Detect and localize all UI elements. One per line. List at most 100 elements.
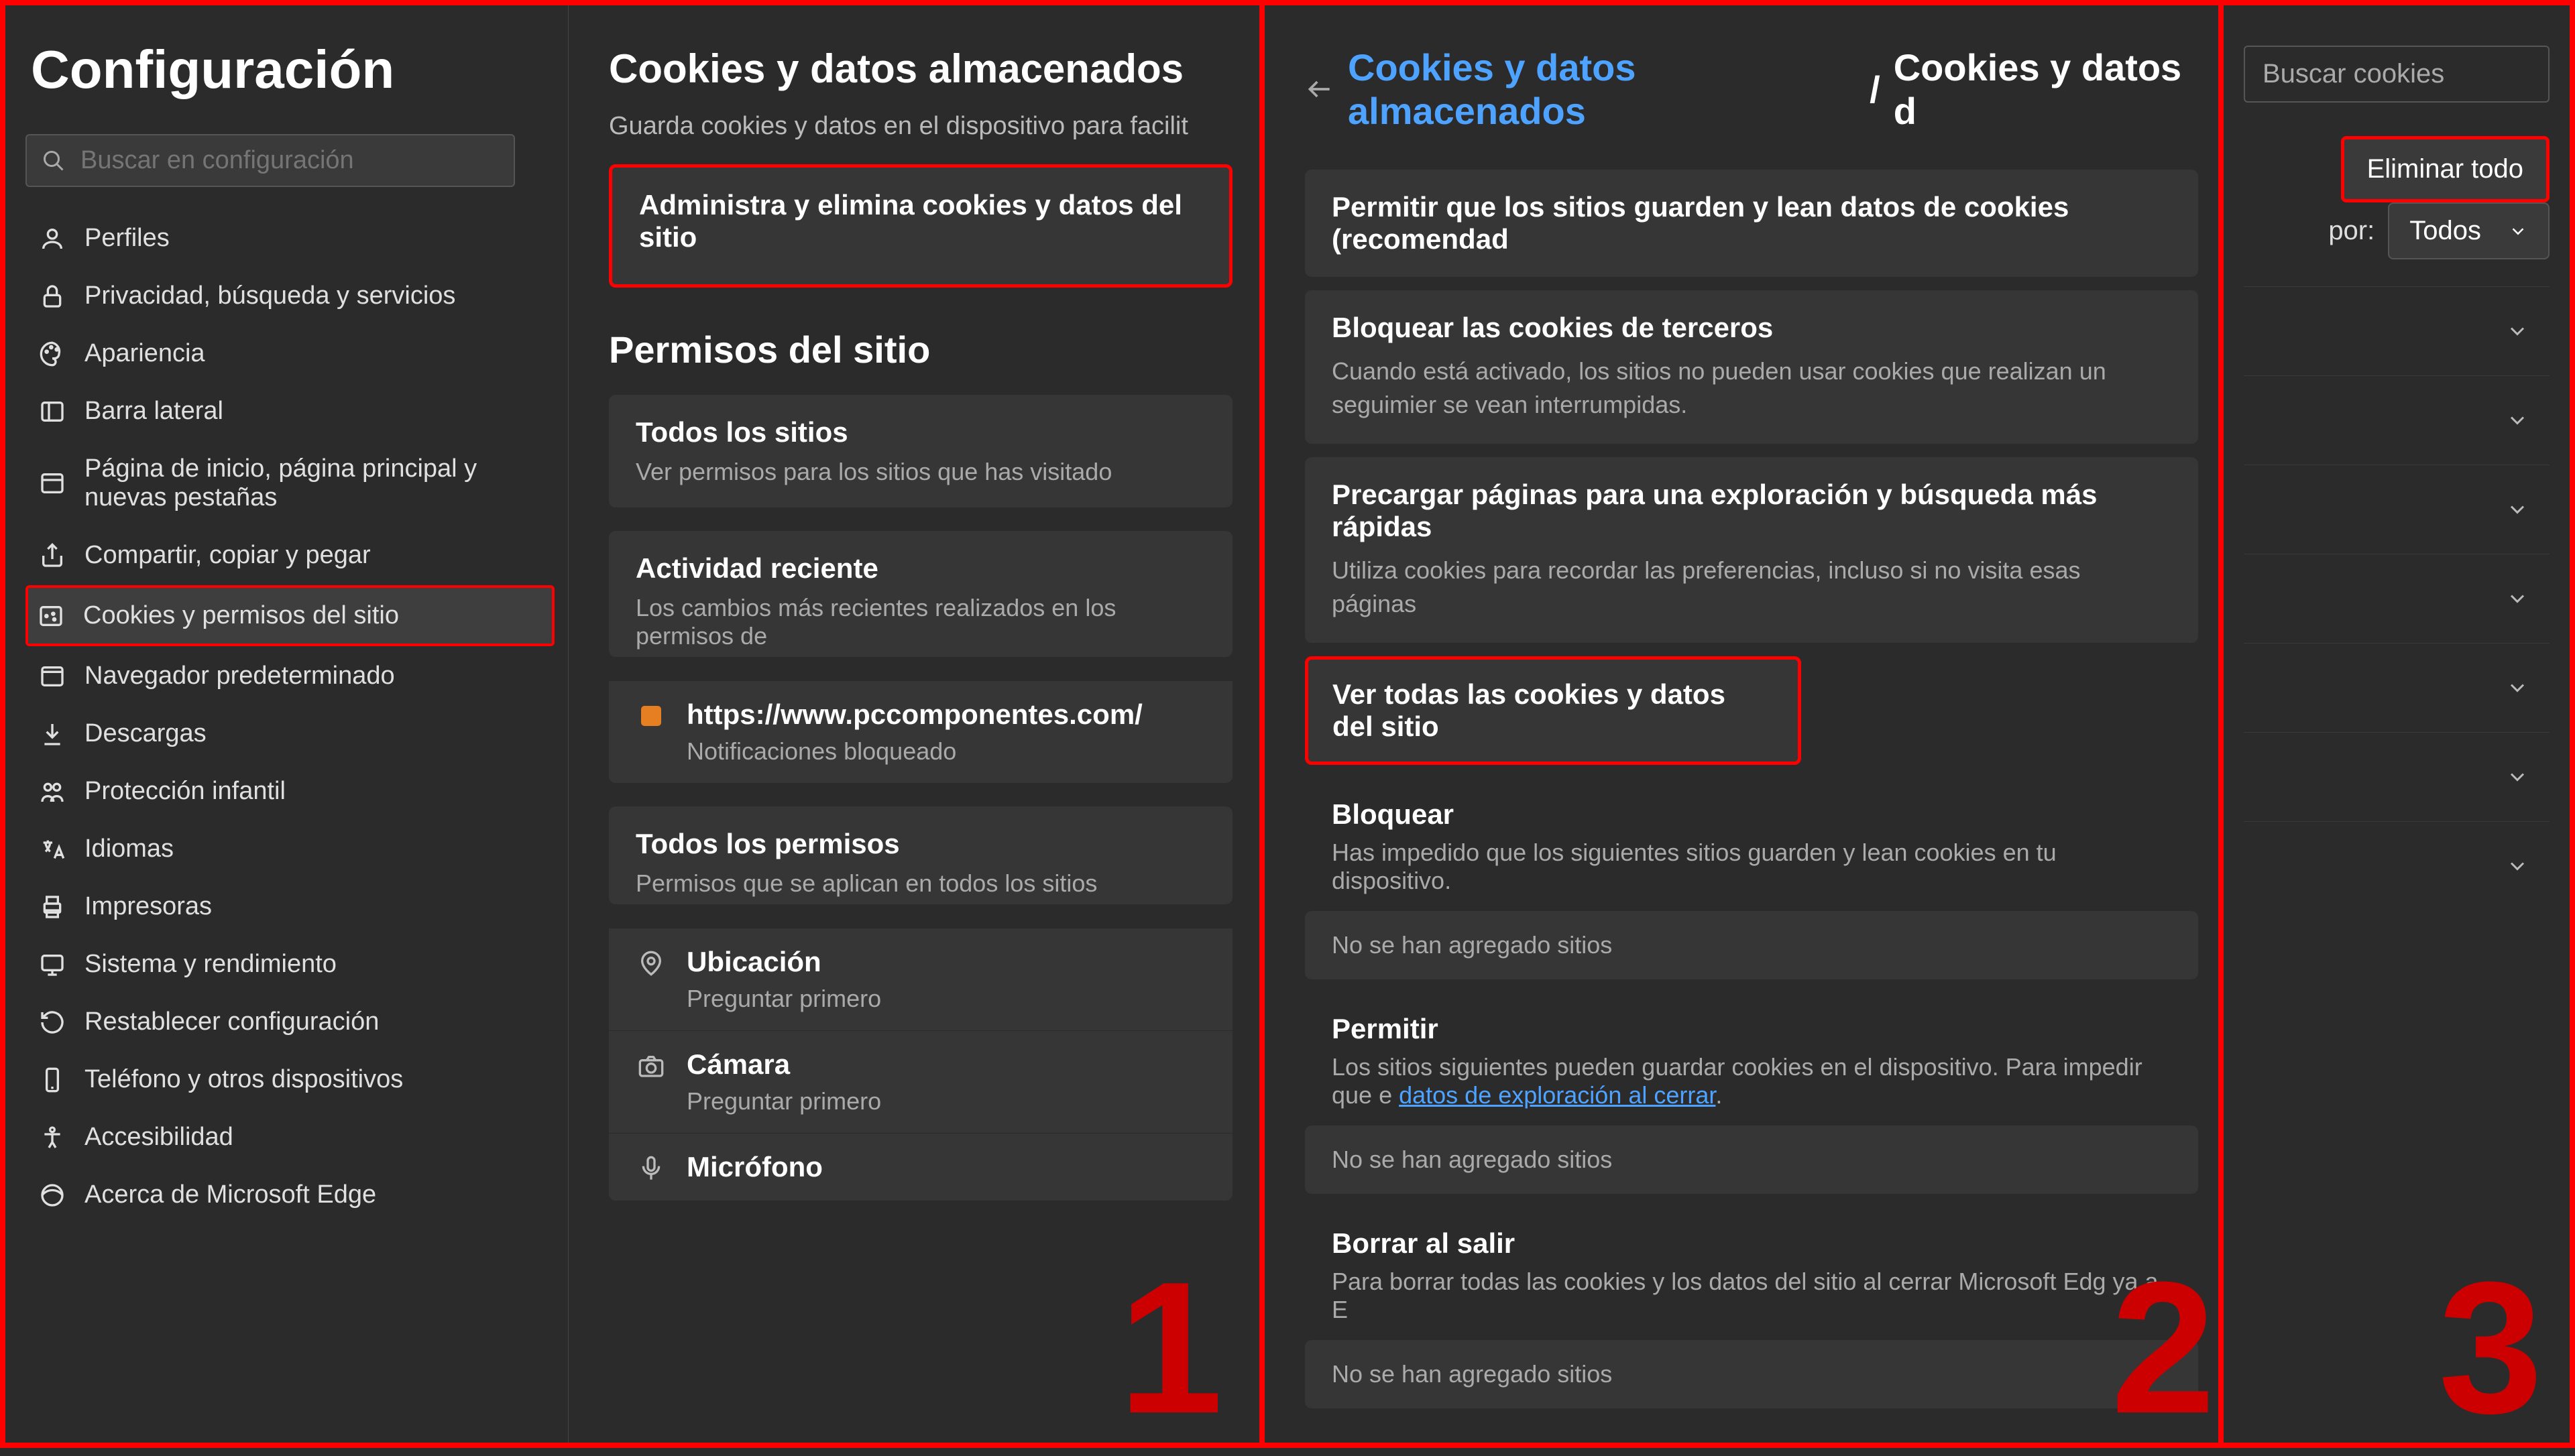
block-section-desc: Has impedido que los siguientes sitios g… (1305, 839, 2198, 895)
nav-item-cookies[interactable]: Cookies y permisos del sitio (25, 585, 555, 646)
nav-item-label: Barra lateral (84, 397, 223, 426)
nav-item-browser[interactable]: Navegador predeterminado (25, 648, 555, 704)
nav-item-label: Compartir, copiar y pegar (84, 541, 371, 570)
clear-on-close-link[interactable]: datos de exploración al cerrar (1399, 1081, 1715, 1109)
cookie-site-row[interactable] (2244, 554, 2550, 643)
block-section-empty: No se han agregado sitios (1305, 911, 2198, 979)
nav-item-phone[interactable]: Teléfono y otros dispositivos (25, 1052, 555, 1107)
nav-item-label: Idiomas (84, 835, 174, 863)
cookie-site-row[interactable] (2244, 821, 2550, 910)
clear-on-exit-title: Borrar al salir (1305, 1227, 2198, 1260)
allow-cookies-title: Permitir que los sitios guarden y lean d… (1332, 191, 2171, 255)
nav-item-label: Restablecer configuración (84, 1008, 379, 1036)
reset-icon (38, 1009, 67, 1036)
all-sites-title: Todos los sitios (636, 416, 1206, 448)
nav-item-label: Perfiles (84, 224, 170, 253)
nav-item-sidebar[interactable]: Barra lateral (25, 383, 555, 439)
filter-select[interactable]: Todos (2388, 202, 2550, 259)
permission-mic-title: Micrófono (687, 1151, 823, 1183)
all-sites-desc: Ver permisos para los sitios que has vis… (636, 458, 1206, 486)
nav-item-languages[interactable]: Idiomas (25, 821, 555, 877)
manage-cookies-label: Administra y elimina cookies y datos del… (639, 189, 1202, 253)
nav-item-label: Navegador predeterminado (84, 662, 395, 690)
nav-item-label: Cookies y permisos del sitio (83, 601, 399, 630)
cookie-site-row[interactable] (2244, 732, 2550, 821)
allow-section-desc: Los sitios siguientes pueden guardar coo… (1305, 1053, 2198, 1109)
filter-row: por: Todos (2244, 202, 2550, 259)
block-section: Bloquear Has impedido que los siguientes… (1305, 798, 2198, 979)
site-permissions-heading: Permisos del sitio (609, 328, 1233, 371)
sidebar-icon (38, 398, 67, 425)
preload-pages-setting[interactable]: Precargar páginas para una exploración y… (1305, 457, 2198, 643)
permission-location-desc: Preguntar primero (687, 985, 881, 1013)
edge-icon (38, 1182, 67, 1209)
back-button[interactable] (1305, 74, 1334, 104)
nav-item-reset[interactable]: Restablecer configuración (25, 994, 555, 1050)
nav-item-label: Descargas (84, 719, 207, 748)
view-all-cookies-setting[interactable]: Ver todas las cookies y datos del sitio (1305, 656, 1801, 765)
nav-item-profile[interactable]: Perfiles (25, 210, 555, 266)
clear-on-exit-empty: No se han agregado sitios (1305, 1340, 2198, 1408)
allow-section-title: Permitir (1305, 1013, 2198, 1045)
settings-title: Configuración (25, 39, 555, 101)
block-thirdparty-title: Bloquear las cookies de terceros (1332, 312, 2171, 344)
cookies-search[interactable]: Buscar cookies (2244, 46, 2550, 103)
settings-sidebar: Configuración Perfiles Privacidad, búsque… (5, 5, 569, 1443)
nav-item-lock[interactable]: Privacidad, búsqueda y servicios (25, 268, 555, 324)
chevron-down-icon (2505, 765, 2529, 789)
nav-item-accessibility[interactable]: Accesibilidad (25, 1109, 555, 1165)
nav-item-home[interactable]: Página de inicio, página principal y nue… (25, 441, 555, 526)
nav-item-share[interactable]: Compartir, copiar y pegar (25, 528, 555, 583)
cookie-site-row[interactable] (2244, 465, 2550, 554)
all-permissions-title: Todos los permisos (636, 828, 1206, 860)
system-icon (38, 951, 67, 978)
cookie-site-row[interactable] (2244, 643, 2550, 732)
preload-pages-title: Precargar páginas para una exploración y… (1332, 479, 2171, 543)
clear-on-exit-section: Borrar al salir Para borrar todas las co… (1305, 1227, 2198, 1408)
block-section-title: Bloquear (1305, 798, 2198, 831)
clear-on-exit-desc: Para borrar todas las cookies y los dato… (1305, 1268, 2198, 1324)
location-icon (636, 946, 667, 977)
family-icon (38, 778, 67, 805)
search-icon (42, 149, 66, 173)
accessibility-icon (38, 1124, 67, 1151)
permission-location-row[interactable]: Ubicación Preguntar primero (609, 928, 1233, 1030)
permission-location-title: Ubicación (687, 946, 881, 978)
delete-all-label: Eliminar todo (2367, 154, 2523, 184)
cookies-icon (36, 603, 66, 629)
recent-site-row[interactable]: https://www.pccomponentes.com/ Notificac… (609, 680, 1233, 783)
nav-item-label: Página de inicio, página principal y nue… (84, 454, 542, 512)
nav-item-printers[interactable]: Impresoras (25, 879, 555, 934)
download-icon (38, 721, 67, 747)
permission-mic-row[interactable]: Micrófono (609, 1133, 1233, 1201)
block-thirdparty-setting[interactable]: Bloquear las cookies de terceros Cuando … (1305, 290, 2198, 444)
nav-item-label: Impresoras (84, 892, 212, 921)
cookie-site-row[interactable] (2244, 286, 2550, 375)
camera-icon (636, 1048, 667, 1079)
delete-all-button[interactable]: Eliminar todo (2341, 136, 2550, 202)
nav-item-download[interactable]: Descargas (25, 706, 555, 762)
permission-camera-row[interactable]: Cámara Preguntar primero (609, 1030, 1233, 1133)
cookie-site-row[interactable] (2244, 375, 2550, 465)
nav-item-system[interactable]: Sistema y rendimiento (25, 936, 555, 992)
allow-section-empty: No se han agregado sitios (1305, 1126, 2198, 1194)
preload-pages-desc: Utiliza cookies para recordar las prefer… (1332, 554, 2171, 621)
phone-icon (38, 1067, 67, 1093)
recent-site-url: https://www.pccomponentes.com/ (687, 699, 1143, 731)
all-sites-card[interactable]: Todos los sitios Ver permisos para los s… (609, 395, 1233, 507)
manage-cookies-card[interactable]: Administra y elimina cookies y datos del… (609, 164, 1233, 288)
browser-icon (38, 663, 67, 690)
breadcrumb-current: Cookies y datos d (1894, 46, 2198, 133)
nav-item-edge[interactable]: Acerca de Microsoft Edge (25, 1167, 555, 1223)
nav-item-label: Teléfono y otros dispositivos (84, 1065, 403, 1094)
settings-search[interactable] (25, 134, 515, 187)
recent-activity-desc: Los cambios más recientes realizados en … (636, 594, 1206, 650)
nav-item-appearance[interactable]: Apariencia (25, 326, 555, 381)
nav-item-family[interactable]: Protección infantil (25, 764, 555, 819)
settings-search-input[interactable] (80, 146, 499, 175)
profile-icon (38, 225, 67, 252)
breadcrumb-link[interactable]: Cookies y datos almacenados (1348, 46, 1856, 133)
allow-cookies-setting[interactable]: Permitir que los sitios guarden y lean d… (1305, 170, 2198, 277)
microphone-icon (636, 1151, 667, 1182)
breadcrumb: Cookies y datos almacenados / Cookies y … (1305, 46, 2198, 133)
